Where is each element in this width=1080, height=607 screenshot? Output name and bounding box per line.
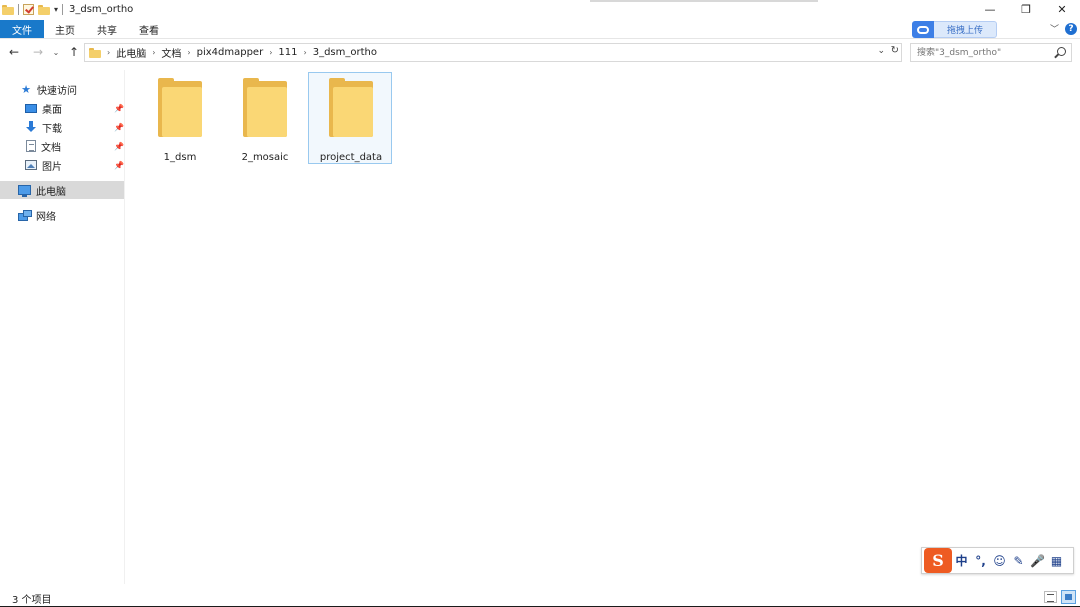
forward-arrow-icon[interactable]: → [30, 44, 46, 60]
new-folder-icon[interactable] [38, 4, 50, 15]
tab-file[interactable]: 文件 [0, 20, 44, 38]
window-controls: — ❐ ✕ [972, 0, 1080, 19]
pin-icon[interactable]: 📌 [114, 123, 124, 132]
folder-icon [2, 4, 14, 15]
nav-item-pictures[interactable]: 图片 [25, 156, 62, 174]
network-icon [18, 209, 32, 221]
file-list: 1_dsm 2_mosaic project_data [125, 63, 1080, 584]
title-bar: ▾ 3_dsm_ortho — ❐ ✕ [0, 0, 1080, 19]
status-bar: 3 个项目 [0, 588, 1080, 607]
search-input[interactable] [911, 44, 1051, 61]
tab-view[interactable]: 查看 [132, 20, 166, 38]
search-box [910, 43, 1072, 62]
folder-icon [89, 47, 101, 58]
overlay-shadow [590, 0, 818, 2]
navigation-pane: ★ 快速访问 桌面 📌 下载 📌 文档 📌 图片 📌 此电脑 网络 [0, 70, 124, 584]
breadcrumb-chevron-icon[interactable]: › [187, 48, 190, 57]
document-icon [26, 140, 36, 152]
folder-icon [158, 78, 202, 137]
search-icon[interactable] [1057, 47, 1066, 56]
details-view-icon[interactable] [1044, 591, 1057, 603]
computer-icon [18, 185, 31, 197]
help-icon[interactable]: ? [1065, 23, 1077, 35]
nav-item-downloads[interactable]: 下载 [25, 118, 62, 136]
folder-name: project_data [319, 152, 383, 163]
file-explorer-window: ▾ 3_dsm_ortho — ❐ ✕ 文件 主页 共享 查看 拖拽上传 ﹀ ?… [0, 0, 1080, 607]
nav-this-pc-label: 此电脑 [36, 186, 66, 198]
toolbox-icon[interactable]: ▦ [1047, 548, 1066, 573]
close-button[interactable]: ✕ [1044, 0, 1080, 19]
folder-icon [329, 78, 373, 137]
nav-item-label: 图片 [42, 161, 62, 173]
nav-item-label: 下载 [42, 123, 62, 135]
nav-item-label: 文档 [41, 142, 61, 154]
pin-icon[interactable]: 📌 [114, 142, 124, 151]
emoji-icon[interactable]: ☺ [990, 548, 1009, 573]
ribbon-tabs: 文件 主页 共享 查看 拖拽上传 ﹀ ? [0, 19, 1080, 39]
ime-punctuation-button[interactable]: °, [971, 548, 990, 573]
microphone-icon[interactable]: 🎤 [1028, 548, 1047, 573]
recent-locations-chevron-icon[interactable]: ⌄ [51, 44, 61, 60]
expand-ribbon-chevron-icon[interactable]: ﹀ [1050, 22, 1059, 35]
sogou-logo-icon[interactable]: S [924, 548, 952, 573]
breadcrumb-documents[interactable]: 文档 [161, 45, 181, 60]
cloud-upload-button[interactable]: 拖拽上传 [912, 21, 997, 38]
cloud-upload-label: 拖拽上传 [934, 21, 997, 38]
nav-quick-access-label: 快速访问 [37, 85, 77, 97]
nav-network[interactable]: 网络 [18, 206, 56, 224]
customize-toolbar-dropdown-icon[interactable]: ▾ [54, 5, 58, 14]
breadcrumb-pix4dmapper[interactable]: pix4dmapper [197, 47, 264, 58]
toolbar-separator [18, 4, 19, 15]
quick-access-toolbar: ▾ [0, 0, 64, 19]
handwriting-icon[interactable]: ✎ [1009, 548, 1028, 573]
refresh-icon[interactable]: ↻ [891, 45, 899, 56]
minimize-button[interactable]: — [972, 0, 1008, 19]
up-arrow-icon[interactable]: ↑ [66, 44, 82, 60]
folder-item-selected[interactable]: project_data [308, 72, 392, 164]
breadcrumb-chevron-icon[interactable]: › [107, 48, 110, 57]
star-icon: ★ [21, 82, 31, 96]
ime-chinese-mode-button[interactable]: 中 [952, 548, 971, 573]
nav-item-documents[interactable]: 文档 [26, 137, 61, 155]
breadcrumb-chevron-icon[interactable]: › [152, 48, 155, 57]
picture-icon [25, 160, 37, 170]
address-row: ← → ⌄ ↑ › 此电脑 › 文档 › pix4dmapper › 111 ›… [0, 41, 1080, 63]
large-icons-view-icon[interactable] [1061, 590, 1076, 604]
breadcrumb-111[interactable]: 111 [278, 47, 297, 58]
tab-share[interactable]: 共享 [90, 20, 124, 38]
ime-toolbar: S 中 °, ☺ ✎ 🎤 ▦ [921, 547, 1074, 574]
back-arrow-icon[interactable]: ← [6, 44, 22, 60]
breadcrumb-this-pc[interactable]: 此电脑 [116, 45, 146, 60]
folder-icon [243, 78, 287, 137]
pin-icon[interactable]: 📌 [114, 161, 124, 170]
folder-name: 1_dsm [163, 152, 197, 163]
nav-quick-access[interactable]: ★ 快速访问 [20, 80, 77, 98]
breadcrumb-chevron-icon[interactable]: › [304, 48, 307, 57]
folder-item[interactable]: 2_mosaic [222, 72, 306, 164]
address-history-chevron-icon[interactable]: ⌄ [877, 46, 885, 56]
folder-item[interactable]: 1_dsm [137, 72, 221, 164]
folder-name: 2_mosaic [241, 152, 289, 163]
nav-item-label: 桌面 [42, 104, 62, 116]
restore-button[interactable]: ❐ [1008, 0, 1044, 19]
toolbar-separator [62, 4, 64, 15]
nav-this-pc[interactable]: 此电脑 [0, 181, 124, 199]
download-icon [25, 121, 37, 133]
item-count: 3 个项目 [12, 595, 52, 606]
nav-network-label: 网络 [36, 211, 56, 223]
pin-icon[interactable]: 📌 [114, 104, 124, 113]
breadcrumb-current[interactable]: 3_dsm_ortho [313, 47, 377, 58]
cloud-icon [912, 21, 934, 38]
properties-icon[interactable] [23, 4, 34, 15]
desktop-icon [25, 103, 37, 113]
address-bar[interactable]: › 此电脑 › 文档 › pix4dmapper › 111 › 3_dsm_o… [84, 43, 902, 62]
nav-item-desktop[interactable]: 桌面 [25, 99, 62, 117]
window-title: 3_dsm_ortho [69, 4, 134, 15]
breadcrumb-chevron-icon[interactable]: › [269, 48, 272, 57]
tab-home[interactable]: 主页 [48, 20, 82, 38]
